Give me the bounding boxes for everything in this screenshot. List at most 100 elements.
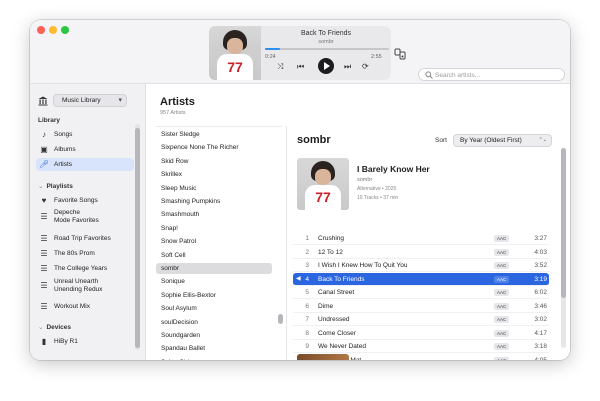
toolbar: 77 Back To Friends sombr 0:24 2:55 ⤨ ⏮ ⏭… (30, 20, 570, 84)
track-title: 12 To 12 (318, 248, 343, 256)
sidebar-playlist-favorite-songs[interactable]: ♥ Favorite Songs (36, 194, 134, 207)
track-row[interactable]: 6 Dime AAC 3:46 (293, 300, 549, 313)
shuffle-icon[interactable]: ⤨ (277, 62, 283, 72)
close-window-button[interactable] (37, 26, 45, 34)
track-row[interactable]: 2 12 To 12 AAC 4:03 (293, 246, 549, 259)
sidebar-item-label: Albums (54, 146, 76, 153)
play-button[interactable] (318, 58, 334, 74)
track-duration: 3:19 (534, 275, 547, 283)
artist-list-item[interactable]: Sister Sledge (156, 129, 272, 140)
sidebar-item-label-line2: Unending Redux (54, 286, 103, 293)
artist-list-item[interactable]: Spandau Ballet (156, 343, 272, 354)
search-input[interactable] (435, 70, 561, 80)
track-title: Come Closer (318, 329, 356, 337)
search-icon (425, 71, 433, 79)
artist-list-item[interactable]: Soft Cell (156, 250, 272, 261)
next-track-icon[interactable]: ⏭ (344, 62, 351, 72)
sidebar-item-label: Road Trip Favorites (54, 235, 111, 242)
playlist-icon: ☰ (40, 301, 48, 311)
playback-progress-bar[interactable] (265, 48, 389, 50)
track-number: 6 (305, 302, 309, 310)
track-row[interactable]: 3 I Wish I Knew How To Quit You AAC 3:52 (293, 259, 549, 272)
artist-list-item[interactable]: Sonique (156, 276, 272, 287)
sidebar-device-hiby-r1[interactable]: ▮ HiBy R1 (36, 335, 134, 348)
sidebar-playlist-road-trip[interactable]: ☰ Road Trip Favorites (36, 232, 134, 245)
format-badge: AAC (494, 262, 510, 269)
previous-track-icon[interactable]: ⏮ (297, 62, 304, 72)
device-icon: ▮ (41, 336, 47, 346)
artist-count: 957 Artists (160, 110, 186, 116)
format-badge: AAC (494, 235, 510, 242)
artist-list-item[interactable]: Smashing Pumpkins (156, 196, 272, 207)
track-row[interactable]: 9 We Never Dated AAC 3:18 (293, 340, 549, 353)
library-heading: Library (38, 117, 61, 124)
track-number: 1 (305, 235, 309, 242)
sidebar-item-songs[interactable]: ♪ Songs (36, 128, 134, 141)
sidebar-item-label: Artists (54, 161, 73, 168)
sort-dropdown[interactable]: By Year (Oldest First) (453, 134, 552, 147)
artist-list-item[interactable]: Smashmouth (156, 209, 272, 220)
devices-heading[interactable]: ⌄ Devices (38, 323, 71, 331)
playlist-icon: ☰ (40, 281, 48, 290)
track-row[interactable]: ◀ 4 Back To Friends AAC 3:19 (293, 272, 549, 286)
sort-label: Sort (435, 137, 447, 144)
sidebar-playlist-workout-mix[interactable]: ☰ Workout Mix (36, 300, 134, 313)
zoom-window-button[interactable] (61, 26, 69, 34)
track-row[interactable]: 7 Undressed AAC 3:02 (293, 313, 549, 326)
artist-list-item[interactable]: soulDecision (156, 317, 272, 328)
artist-list-item[interactable]: Soul Asylum (156, 303, 272, 314)
now-playing-widget: 77 Back To Friends sombr 0:24 2:55 ⤨ ⏮ ⏭… (209, 26, 391, 80)
sidebar-item-label-line2: Mode Favorites (54, 217, 99, 224)
sidebar-item-label: Depeche (54, 209, 81, 216)
playlists-heading[interactable]: ⌄ Playlists (38, 182, 73, 190)
artist-list-item[interactable]: Spice Girls (156, 357, 272, 360)
sidebar-playlist-80s-prom[interactable]: ☰ The 80s Prom (36, 247, 134, 260)
now-playing-title: Back To Friends (300, 30, 352, 37)
format-badge: AAC (494, 343, 510, 350)
track-row[interactable]: 8 Come Closer AAC 4:17 (293, 327, 549, 340)
sidebar-playlist-unreal-unearth[interactable]: ☰ Unreal Unearth Unending Redux (36, 277, 134, 297)
output-devices-icon[interactable] (394, 48, 406, 60)
artist-list-item[interactable]: Snow Patrol (156, 236, 272, 247)
track-number: 5 (305, 289, 309, 296)
artist-list-item[interactable]: Snap! (156, 223, 272, 234)
album-title: I Barely Know Her (357, 164, 430, 174)
album-artist: sombr (357, 177, 373, 183)
format-badge: AAC (494, 316, 510, 323)
artist-name-heading: sombr (297, 134, 331, 146)
library-dropdown[interactable]: Music Library (53, 94, 127, 107)
track-duration: 4:03 (534, 248, 547, 256)
track-duration: 4:17 (534, 329, 547, 337)
now-playing-artwork[interactable]: 77 (209, 26, 261, 80)
now-playing-artist[interactable]: sombr (265, 39, 387, 45)
artist-list-scrollbar[interactable] (278, 314, 283, 324)
sidebar-scrollbar[interactable] (135, 124, 140, 350)
album-track-summary: 10 Tracks • 37 min (357, 195, 399, 201)
track-row[interactable]: 1 Crushing AAC 3:27 (293, 232, 549, 245)
artist-list-item[interactable]: Sleep Music (156, 183, 272, 194)
track-duration: 6:02 (534, 289, 547, 296)
next-album-artwork[interactable] (297, 354, 349, 360)
artist-list-item[interactable]: Skid Row (156, 156, 272, 167)
playlist-icon: ☰ (40, 263, 48, 273)
sidebar-item-albums[interactable]: ▣ Albums (36, 143, 134, 156)
playback-progress-fill (265, 48, 280, 50)
minimize-window-button[interactable] (49, 26, 57, 34)
track-row[interactable]: 5 Canal Street AAC 6:02 (293, 286, 549, 299)
sidebar-playlist-depeche[interactable]: ☰ Depeche Mode Favorites (36, 208, 134, 228)
artist-list-item[interactable]: Soundgarden (156, 330, 272, 341)
album-artwork[interactable]: 77 (297, 158, 349, 210)
artist-list-item[interactable]: Sophie Ellis-Bextor (156, 290, 272, 301)
sidebar-item-artists[interactable]: 🎤︎ Artists (36, 158, 134, 171)
elapsed-time: 0:24 (265, 54, 276, 60)
track-title: We Never Dated (318, 343, 366, 350)
artist-detail: sombr Sort By Year (Oldest First) 77 I B… (286, 126, 570, 360)
search-field[interactable] (418, 68, 565, 81)
artist-list-item[interactable]: Sixpence None The Richer (156, 142, 272, 153)
artist-list-item[interactable]: Skrillex (156, 169, 272, 180)
artists-header: Artists 957 Artists (160, 96, 195, 116)
repeat-icon[interactable]: ⟳ (362, 62, 369, 72)
sidebar-playlist-college-years[interactable]: ☰ The College Years (36, 262, 134, 275)
artist-list-item[interactable]: sombr (156, 263, 272, 274)
detail-scrollbar[interactable] (561, 148, 566, 348)
